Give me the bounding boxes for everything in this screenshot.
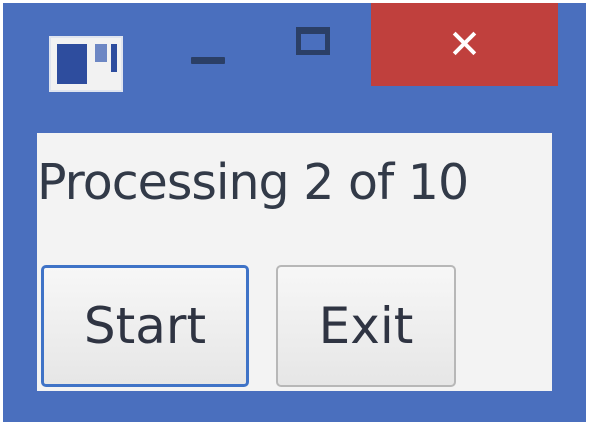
minimize-icon	[191, 57, 225, 64]
maximize-icon	[296, 27, 330, 55]
close-button[interactable]: ✕	[371, 3, 558, 86]
icon-pane-secondary	[95, 44, 107, 62]
icon-pane-tertiary	[111, 44, 117, 72]
content-panel: Processing 2 of 10 Start Exit	[37, 133, 552, 391]
app-window-icon[interactable]	[49, 36, 123, 92]
maximize-button[interactable]	[285, 17, 355, 73]
start-button[interactable]: Start	[41, 265, 249, 387]
exit-button[interactable]: Exit	[276, 265, 456, 387]
title-bar[interactable]: ✕	[3, 3, 586, 127]
minimize-button[interactable]	[173, 33, 243, 89]
application-window: ✕ Processing 2 of 10 Start Exit	[3, 3, 586, 422]
status-label: Processing 2 of 10	[37, 154, 469, 211]
close-icon: ✕	[447, 21, 482, 68]
icon-pane-primary	[57, 44, 87, 84]
